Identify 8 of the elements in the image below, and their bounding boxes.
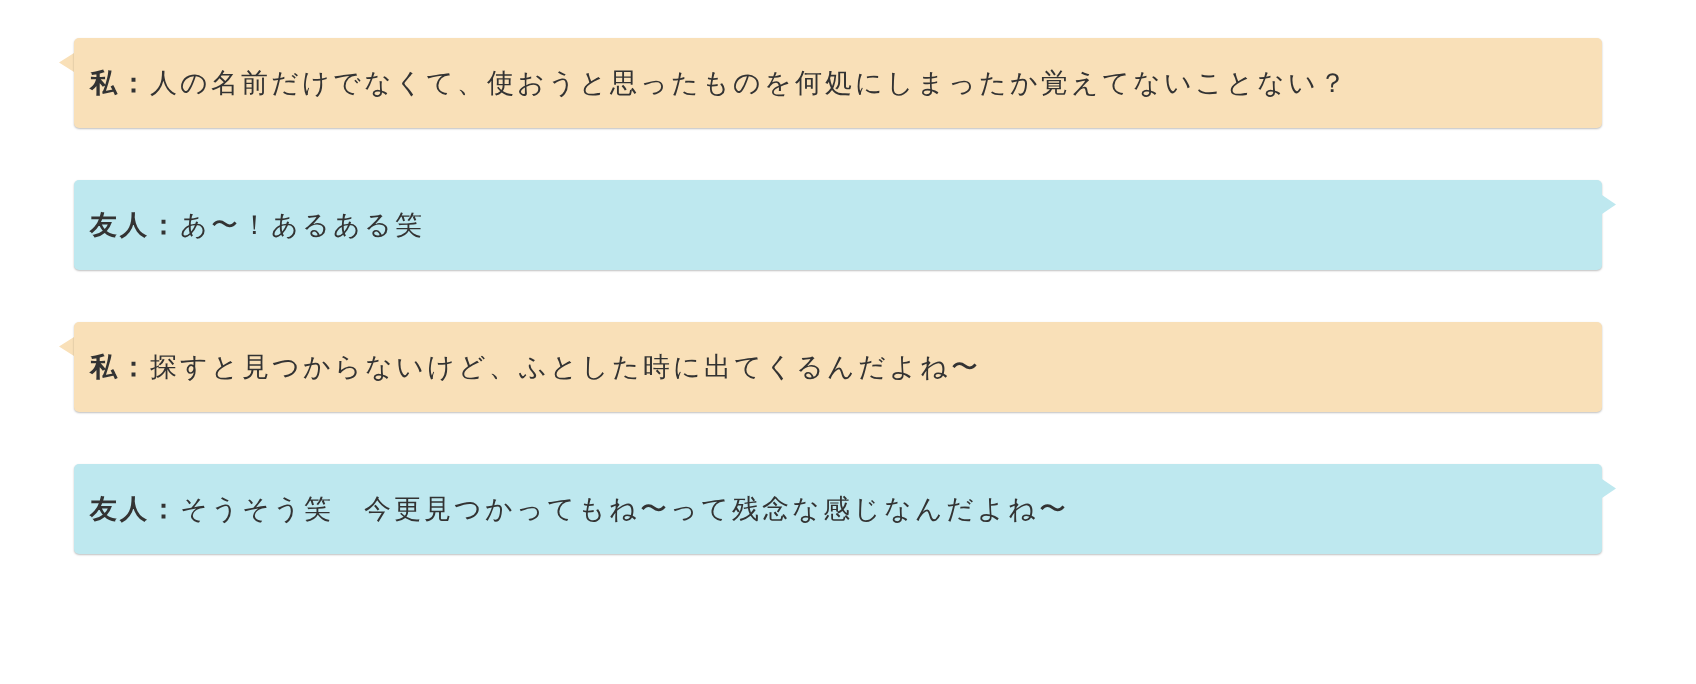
speaker-name: 友人： [90, 492, 180, 526]
message-text: そうそう笑 今更見つかってもね〜って残念な感じなんだよね〜 [180, 492, 1069, 526]
message-text: 人の名前だけでなくて、使おうと思ったものを何処にしまったか覚えてないことない？ [150, 66, 1349, 100]
message-text: あ〜！あるある笑 [180, 208, 425, 242]
speaker-name: 私： [90, 66, 150, 100]
speaker-name: 私： [90, 350, 150, 384]
speaker-name: 友人： [90, 208, 180, 242]
message-text: 探すと見つからないけど、ふとした時に出てくるんだよね〜 [150, 350, 981, 384]
